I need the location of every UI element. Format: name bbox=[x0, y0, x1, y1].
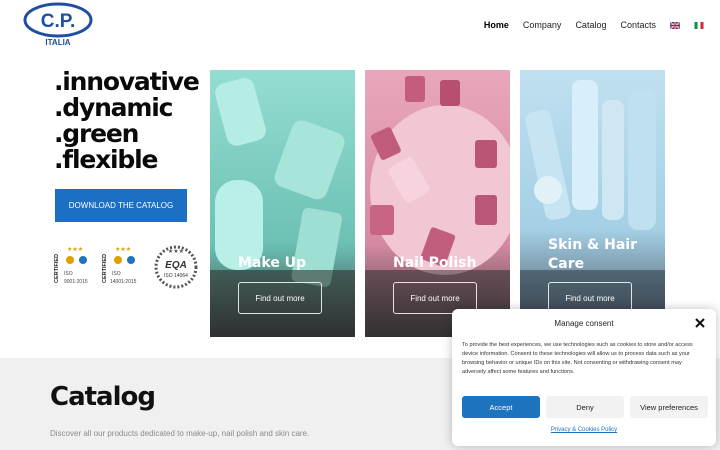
card-title: Skin & Hair Care bbox=[548, 237, 637, 272]
main-nav: Home Company Catalog Contacts bbox=[484, 20, 704, 30]
category-card-makeup[interactable]: Make Up Find out more bbox=[210, 70, 355, 337]
page: C.P. ITALIA Home Company Catalog Contact… bbox=[0, 0, 720, 450]
nav-company[interactable]: Company bbox=[523, 20, 562, 30]
category-card-nail-polish[interactable]: Nail Polish Find out more bbox=[365, 70, 510, 337]
svg-text:CERTIFIED: CERTIFIED bbox=[102, 254, 108, 283]
hero-taglines: .innovative .dynamic .green .flexible bbox=[54, 67, 200, 174]
iso-9001-badge: CERTIFIED ★★★ ISO 9001:2015 bbox=[54, 246, 88, 285]
card-title: Make Up bbox=[238, 255, 307, 271]
deny-button[interactable]: Deny bbox=[546, 396, 624, 418]
svg-text:ISO: ISO bbox=[64, 271, 73, 277]
svg-text:ISO 14064: ISO 14064 bbox=[164, 273, 188, 279]
view-preferences-button[interactable]: View preferences bbox=[630, 396, 708, 418]
consent-body: To provide the best experiences, we use … bbox=[462, 342, 693, 375]
nav-catalog[interactable]: Catalog bbox=[575, 20, 606, 30]
svg-text:★★★: ★★★ bbox=[115, 246, 131, 253]
category-card-skin-hair-care[interactable]: Skin & Hair Care Find out more bbox=[520, 70, 665, 337]
en-flag-icon[interactable] bbox=[670, 21, 680, 29]
tagline-green: .green bbox=[54, 119, 139, 148]
nav-home[interactable]: Home bbox=[484, 20, 509, 30]
svg-text:ISO: ISO bbox=[112, 271, 121, 277]
find-out-more-button[interactable]: Find out more bbox=[238, 282, 322, 314]
it-flag-icon[interactable] bbox=[694, 21, 704, 29]
iso-14064-wreath-badge: ★★★ EQA ISO 14064 bbox=[154, 245, 198, 289]
svg-text:★★★: ★★★ bbox=[67, 246, 83, 253]
download-catalog-button[interactable]: DOWNLOAD THE CATALOG bbox=[55, 189, 187, 222]
logo-text: C.P. bbox=[41, 11, 76, 32]
cookie-consent-dialog: Manage consent To provide the best exper… bbox=[452, 309, 716, 446]
iso-14001-badge: CERTIFIED ★★★ ISO 14001:2015 bbox=[102, 246, 137, 285]
svg-text:★★★: ★★★ bbox=[168, 248, 184, 255]
svg-text:EQA: EQA bbox=[165, 260, 187, 271]
certifications: CERTIFIED ★★★ ISO 9001:2015 CERTIFIED ★★… bbox=[54, 243, 202, 289]
logo-subtext: ITALIA bbox=[45, 38, 70, 47]
catalog-description: Discover all our products dedicated to m… bbox=[50, 429, 310, 438]
tagline-innovative: .innovative bbox=[54, 67, 200, 96]
nav-contacts[interactable]: Contacts bbox=[620, 20, 656, 30]
consent-actions: Accept Deny View preferences bbox=[462, 396, 708, 418]
cp-italia-logo[interactable]: C.P. ITALIA bbox=[22, 2, 94, 50]
card-title: Nail Polish bbox=[393, 255, 477, 271]
tagline-dynamic: .dynamic bbox=[54, 93, 173, 122]
consent-title: Manage consent bbox=[554, 319, 614, 328]
accept-button[interactable]: Accept bbox=[462, 396, 540, 418]
svg-text:9001:2015: 9001:2015 bbox=[64, 279, 88, 285]
svg-text:14001:2015: 14001:2015 bbox=[110, 279, 137, 285]
close-icon[interactable] bbox=[694, 317, 706, 329]
svg-text:CERTIFIED: CERTIFIED bbox=[54, 254, 60, 283]
privacy-policy-link[interactable]: Privacy & Cookies Policy bbox=[452, 427, 716, 433]
catalog-heading: Catalog bbox=[50, 382, 156, 412]
tagline-flexible: .flexible bbox=[54, 145, 158, 174]
